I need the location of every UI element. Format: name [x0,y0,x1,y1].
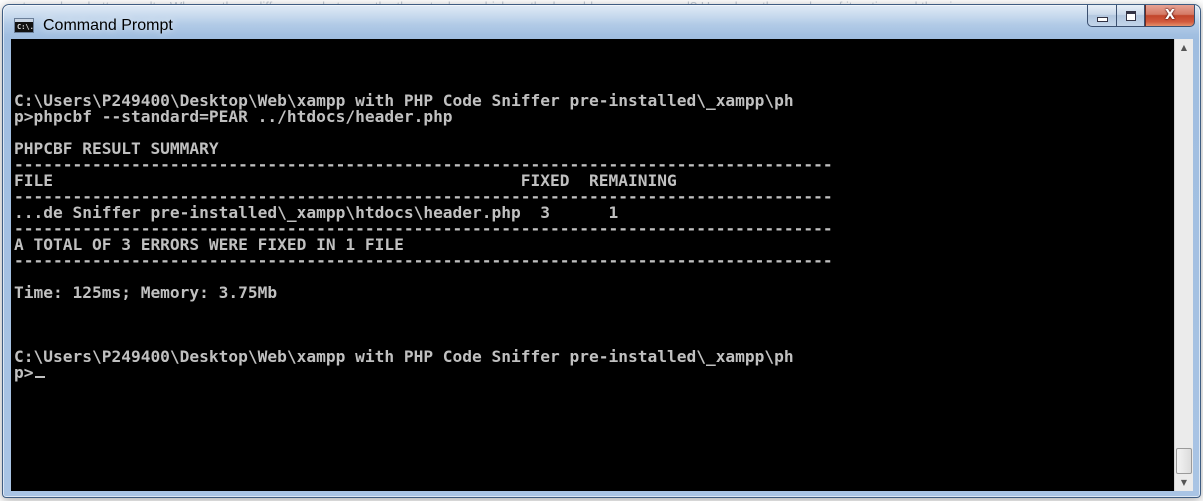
command-prompt-window: C:\. Command Prompt X C:\Users\P249400\D… [2,4,1201,498]
console-line: p>phpcbf --standard=PEAR ../htdocs/heade… [14,107,453,126]
console-lines: C:\Users\P249400\Desktop\Web\xampp with … [14,77,833,381]
cmd-icon-label: C:\. [17,23,34,31]
scroll-up-button[interactable]: ▲ [1175,39,1193,56]
arrow-down-icon: ▼ [1180,478,1188,487]
console-line: ----------------------------------------… [14,251,833,270]
scroll-down-button[interactable]: ▼ [1175,474,1193,491]
maximize-button[interactable] [1116,5,1145,27]
caption-buttons: X [1087,5,1195,27]
maximize-icon [1125,10,1136,21]
text-cursor [34,376,45,378]
close-icon: X [1164,8,1176,23]
console-line: C:\Users\P249400\Desktop\Web\xampp with … [14,347,794,366]
close-button[interactable]: X [1145,5,1195,27]
title-bar[interactable]: C:\. Command Prompt X [3,5,1200,39]
scroll-thumb[interactable] [1176,448,1192,474]
console-line: Time: 125ms; Memory: 3.75Mb [14,283,278,302]
console-output[interactable]: C:\Users\P249400\Desktop\Web\xampp with … [11,39,1174,491]
minimize-icon [1096,16,1108,22]
console-line: p> [14,364,833,381]
window-title: Command Prompt [43,17,173,34]
vertical-scrollbar[interactable]: ▲ ▼ [1174,39,1193,491]
arrow-up-icon: ▲ [1180,43,1188,52]
minimize-button[interactable] [1087,5,1116,27]
cmd-icon[interactable]: C:\. [14,18,34,33]
